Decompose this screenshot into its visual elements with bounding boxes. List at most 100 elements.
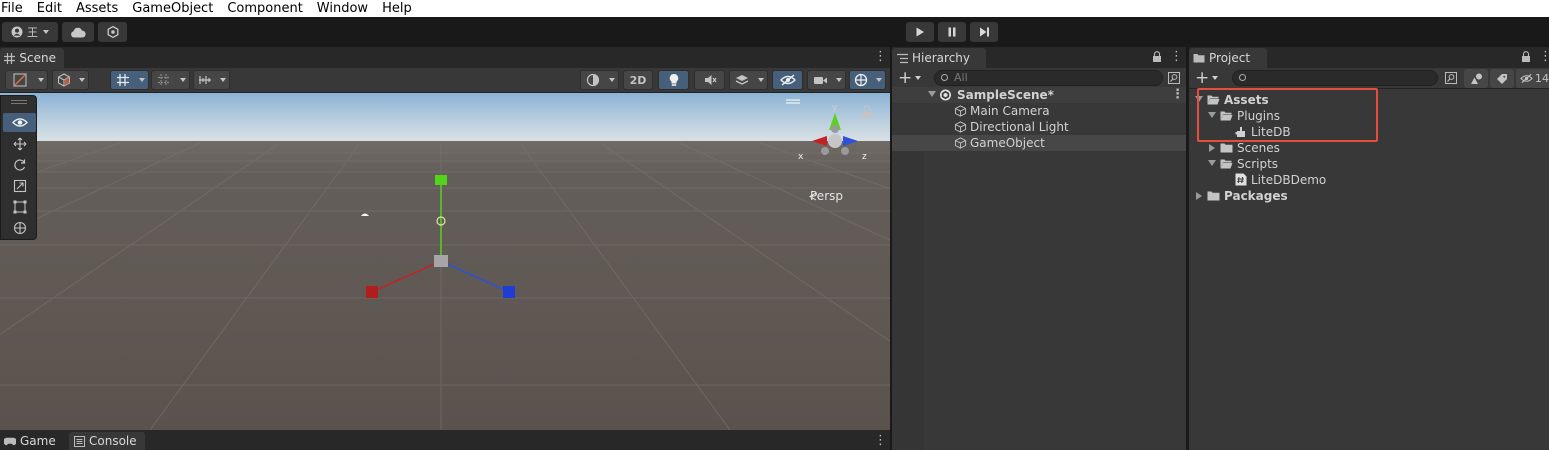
menu-window[interactable]: Window: [310, 0, 375, 17]
ruler-button[interactable]: [193, 70, 217, 90]
tools-overlay: [0, 95, 37, 240]
pause-button[interactable]: [938, 22, 966, 42]
render-mode-dropdown[interactable]: [75, 70, 89, 90]
project-create-button[interactable]: +: [1195, 69, 1221, 87]
project-folder-scenes[interactable]: Scenes: [1189, 140, 1549, 156]
menu-edit[interactable]: Edit: [30, 0, 69, 17]
lock-icon[interactable]: [1152, 51, 1162, 62]
rect-tool[interactable]: [3, 197, 36, 216]
scene-panel: Scene ⋮ 2D y x z Persp: [0, 47, 890, 430]
lighting-toggle[interactable]: [658, 70, 689, 90]
scale-tool[interactable]: [3, 176, 36, 195]
step-button[interactable]: [970, 22, 998, 42]
chevron-down-icon: [1212, 76, 1219, 80]
chevron-down-icon[interactable]: [928, 91, 936, 97]
grid-snap-button[interactable]: [110, 70, 136, 90]
scene-row-menu-icon[interactable]: ⋮: [1171, 88, 1184, 102]
move-tool[interactable]: [3, 134, 36, 153]
account-dropdown[interactable]: 王: [2, 22, 58, 42]
view-options-dropdown[interactable]: [605, 70, 619, 90]
hierarchy-item-selected[interactable]: GameObject: [892, 135, 1186, 151]
menu-help[interactable]: Help: [375, 0, 419, 17]
project-tabbar: Project ⋮: [1189, 47, 1549, 68]
project-folder-scripts[interactable]: Scripts: [1189, 156, 1549, 172]
scene-view-canvas[interactable]: y x z Persp: [0, 93, 890, 430]
filter-by-label-button[interactable]: [1490, 69, 1514, 88]
hierarchy-item-label: Main Camera: [970, 104, 1050, 118]
project-folder-packages[interactable]: Packages: [1189, 188, 1549, 204]
transform-tool[interactable]: [3, 218, 36, 237]
gizmos-button[interactable]: [849, 70, 873, 90]
rotate-tool[interactable]: [3, 155, 36, 174]
project-asset-litedb[interactable]: LiteDB: [1189, 124, 1549, 140]
view-options-button[interactable]: [580, 70, 606, 90]
hierarchy-tabbar: Hierarchy ⋮: [892, 47, 1186, 68]
tab-project[interactable]: Project: [1189, 48, 1267, 68]
hierarchy-scene-row[interactable]: SampleScene* ⋮: [892, 87, 1186, 103]
tab-game[interactable]: Game: [0, 432, 64, 450]
tab-scene[interactable]: Scene: [0, 48, 64, 68]
increment-snap-button[interactable]: [151, 70, 177, 90]
hierarchy-item[interactable]: Directional Light: [892, 119, 1186, 135]
search-options-icon[interactable]: [1168, 72, 1180, 84]
search-options-icon[interactable]: [1445, 72, 1457, 84]
play-button[interactable]: [906, 22, 934, 42]
lock-icon[interactable]: [1521, 51, 1531, 62]
list-icon: [896, 52, 908, 64]
project-tree-label: LiteDBDemo: [1251, 173, 1327, 187]
view-tool[interactable]: [3, 113, 36, 132]
tab-hierarchy[interactable]: Hierarchy: [892, 48, 986, 68]
chevron-down-icon[interactable]: [1208, 160, 1216, 166]
chevron-down-icon[interactable]: [1208, 112, 1216, 118]
tab-console[interactable]: Console: [69, 432, 145, 450]
plus-icon: +: [898, 68, 913, 88]
render-mode-button[interactable]: [52, 70, 76, 90]
draw-mode-button[interactable]: [5, 70, 35, 90]
audio-toggle[interactable]: [694, 70, 725, 90]
cloud-button[interactable]: [62, 22, 94, 42]
project-folder-assets[interactable]: Assets: [1189, 92, 1549, 108]
tab-project-label: Project: [1209, 51, 1251, 65]
persp-label[interactable]: Persp: [810, 189, 843, 203]
scene-toolbar: 2D: [0, 68, 890, 93]
menu-file[interactable]: File: [0, 0, 30, 17]
increment-snap-dropdown[interactable]: [176, 70, 190, 90]
bottom-menu-icon[interactable]: ⋮: [874, 434, 887, 448]
filter-by-type-button[interactable]: [1464, 69, 1488, 88]
search-placeholder: All: [954, 71, 968, 84]
grid-snap-dropdown[interactable]: [135, 70, 149, 90]
tools-drag-handle[interactable]: [11, 100, 27, 104]
gizmos-dropdown[interactable]: [872, 70, 886, 90]
menu-component[interactable]: Component: [220, 0, 309, 17]
mode-2d-button[interactable]: 2D: [623, 70, 653, 90]
project-asset-litedbdemo[interactable]: LiteDBDemo: [1189, 172, 1549, 188]
hidden-packages-toggle[interactable]: 14: [1516, 69, 1549, 88]
hierarchy-item[interactable]: Main Camera: [892, 103, 1186, 119]
chevron-down-icon: [37, 78, 44, 82]
project-folder-plugins[interactable]: Plugins: [1189, 108, 1549, 124]
effects-button[interactable]: [729, 70, 755, 90]
scene-viewport[interactable]: y x z Persp: [0, 93, 890, 430]
scene-visibility-toggle[interactable]: [772, 70, 803, 90]
camera-dropdown[interactable]: [832, 70, 846, 90]
project-menu-icon[interactable]: ⋮: [1539, 50, 1549, 64]
scene-menu-icon[interactable]: ⋮: [874, 50, 887, 64]
project-search-input[interactable]: [1232, 70, 1438, 86]
hierarchy-search-input[interactable]: All: [934, 70, 1163, 86]
menu-assets[interactable]: Assets: [69, 0, 125, 17]
hierarchy-menu-icon[interactable]: ⋮: [1170, 50, 1183, 64]
chevron-right-icon[interactable]: [1196, 192, 1202, 200]
mode-2d-label: 2D: [629, 73, 647, 87]
collab-button[interactable]: [98, 22, 127, 42]
create-button[interactable]: +: [898, 69, 924, 87]
bottom-tabbar: Game Console ⋮: [0, 430, 890, 450]
hierarchy-item-label: GameObject: [970, 136, 1045, 150]
draw-mode-dropdown[interactable]: [34, 70, 48, 90]
chevron-down-icon[interactable]: [1195, 96, 1203, 102]
menu-gameobject[interactable]: GameObject: [125, 0, 220, 17]
chevron-right-icon[interactable]: [1209, 144, 1215, 152]
tag-icon: [1497, 73, 1507, 84]
camera-button[interactable]: [807, 70, 833, 90]
ruler-dropdown[interactable]: [216, 70, 230, 90]
effects-dropdown[interactable]: [754, 70, 768, 90]
